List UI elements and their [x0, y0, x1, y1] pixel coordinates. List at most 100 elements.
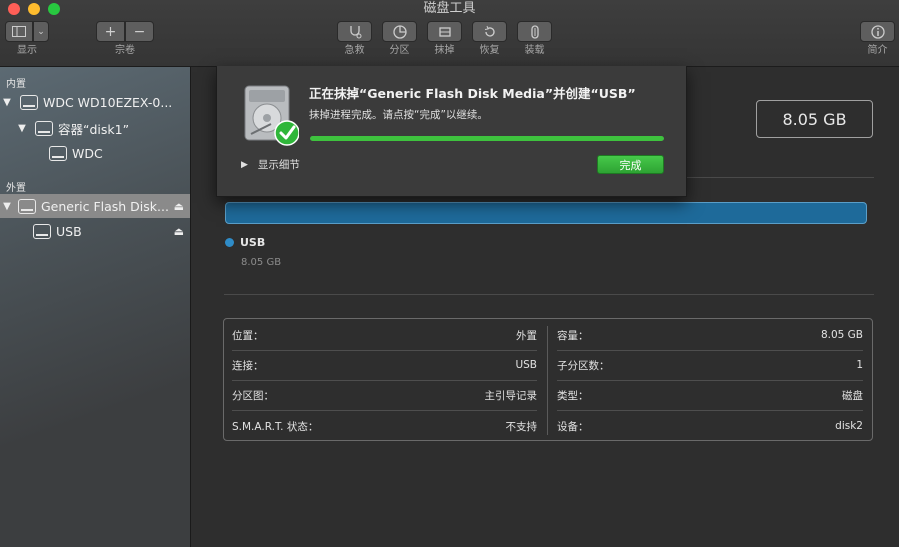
info-group: 简介 [860, 21, 895, 57]
disclosure-triangle-icon[interactable]: ▼ [2, 97, 12, 108]
info-label: 设备： [557, 420, 589, 433]
mount-label: 装载 [524, 45, 545, 56]
info-value: 8.05 GB [820, 329, 863, 341]
volume-legend: USB [225, 236, 265, 249]
sidebar-item-flash-disk[interactable]: ▼ Generic Flash Disk... ⏏ [0, 194, 190, 218]
sidebar-section-internal: 内置 [6, 79, 26, 90]
remove-volume-button[interactable]: − [125, 21, 154, 42]
add-volume-button[interactable]: + [96, 21, 125, 42]
sidebar-toggle-button[interactable] [5, 21, 33, 42]
partition-button[interactable] [382, 21, 417, 42]
divider [224, 294, 874, 295]
row-divider [232, 410, 537, 411]
row-divider [557, 380, 863, 381]
info-value: USB [515, 359, 537, 371]
volume-icon [49, 145, 67, 161]
info-icon [870, 24, 885, 39]
eject-icon[interactable]: ⏏ [174, 200, 184, 213]
info-label: 容量： [557, 329, 589, 342]
first-aid-group: 急救 [337, 21, 372, 57]
volume-name: USB [240, 236, 266, 249]
capacity-box: 8.05 GB [756, 100, 873, 138]
partition-label: 分区 [389, 45, 410, 56]
sidebar-item-label: WDC [72, 145, 103, 161]
info-label: 类型： [557, 389, 589, 402]
erase-group: 抹掉 [427, 21, 462, 57]
volume-label: 宗卷 [115, 45, 135, 56]
sidebar-item-container[interactable]: ▼ 容器“disk1” [0, 116, 190, 140]
sidebar-icon [12, 26, 26, 37]
mount-group: 装载 [517, 21, 552, 57]
container-icon [35, 120, 53, 136]
view-group: ⌄ 显示 [5, 21, 49, 57]
info-label: 简介 [867, 45, 888, 56]
info-row-partition-map: 分区图： 主引导记录 [232, 380, 537, 410]
sidebar-item-label: USB [56, 223, 82, 239]
info-button[interactable] [860, 21, 895, 42]
volume-color-dot [225, 238, 234, 247]
info-value: 主引导记录 [484, 389, 538, 402]
restore-label: 恢复 [479, 45, 500, 56]
info-row-child-count: 子分区数： 1 [557, 350, 863, 380]
restore-button[interactable] [472, 21, 507, 42]
dialog-message: 抹掉进程完成。请点按“完成”以继续。 [309, 109, 488, 121]
disclosure-triangle-icon[interactable]: ▼ [17, 123, 27, 134]
row-divider [557, 410, 863, 411]
hard-disk-icon [20, 94, 38, 110]
info-table: 位置： 外置 连接： USB 分区图： 主引导记录 S.M.A.R.T. 状态：… [223, 318, 873, 441]
info-row-connection: 连接： USB [232, 350, 537, 380]
done-button[interactable]: 完成 [597, 155, 664, 174]
window-title: 磁盘工具 [423, 1, 476, 16]
info-row-smart-status: S.M.A.R.T. 状态： 不支持 [232, 411, 537, 441]
erase-button[interactable] [427, 21, 462, 42]
row-divider [557, 350, 863, 351]
info-column-separator [547, 326, 548, 435]
info-value: disk2 [835, 420, 863, 432]
row-divider [232, 350, 537, 351]
mount-button[interactable] [517, 21, 552, 42]
sidebar-item-usb[interactable]: USB ⏏ [0, 219, 190, 243]
row-divider [232, 380, 537, 381]
first-aid-label: 急救 [344, 45, 365, 56]
external-disk-icon [18, 198, 36, 214]
view-menu-button[interactable]: ⌄ [33, 21, 49, 42]
partition-group: 分区 [382, 21, 417, 57]
sidebar-item-wdc-disk[interactable]: ▼ WDC WD10EZEX-0... [0, 90, 190, 114]
info-label: 分区图： [232, 389, 274, 402]
info-value: 磁盘 [842, 389, 863, 402]
sidebar-item-label: Generic Flash Disk... [41, 198, 169, 214]
mount-icon [530, 24, 539, 39]
plus-icon: + [104, 23, 117, 40]
toolbar: 磁盘工具 ⌄ 显示 + − 宗卷 急救 分区 抹掉 恢复 装载 简介 [0, 0, 899, 67]
volume-icon [33, 223, 51, 239]
eraser-icon [438, 26, 451, 37]
disclosure-triangle-icon[interactable]: ▼ [2, 201, 12, 212]
sidebar-item-label: WDC WD10EZEX-0... [43, 94, 173, 110]
info-label: 位置： [232, 329, 264, 342]
checkmark-icon [274, 120, 299, 146]
progress-fill [310, 136, 664, 141]
stethoscope-icon [349, 25, 361, 38]
sidebar-item-wdc-volume[interactable]: WDC [0, 141, 190, 165]
info-row-device: 设备： disk2 [557, 411, 863, 441]
info-row-capacity: 容量： 8.05 GB [557, 320, 863, 350]
info-value: 1 [856, 359, 863, 371]
volume-group: + − 宗卷 [96, 21, 154, 57]
progress-bar [310, 136, 664, 141]
hard-drive-icon [244, 85, 299, 146]
info-value: 外置 [516, 329, 537, 342]
eject-icon[interactable]: ⏏ [174, 225, 184, 238]
sidebar: 内置 ▼ WDC WD10EZEX-0... ▼ 容器“disk1” WDC 外… [0, 67, 191, 547]
sidebar-item-label: 容器“disk1” [58, 121, 130, 137]
disclosure-triangle-icon[interactable]: ▶ [241, 160, 248, 170]
info-label: S.M.A.R.T. 状态： [232, 420, 319, 433]
info-label: 子分区数： [557, 359, 610, 372]
first-aid-button[interactable] [337, 21, 372, 42]
erase-progress-sheet: 正在抹掉“Generic Flash Disk Media”并创建“USB” 抹… [216, 66, 687, 197]
pie-icon [392, 24, 407, 39]
info-row-location: 位置： 外置 [232, 320, 537, 350]
view-label: 显示 [17, 45, 37, 56]
show-details-toggle[interactable]: ▶ 显示细节 [241, 157, 300, 172]
dialog-title: 正在抹掉“Generic Flash Disk Media”并创建“USB” [309, 86, 636, 101]
partition-bar [225, 202, 867, 224]
